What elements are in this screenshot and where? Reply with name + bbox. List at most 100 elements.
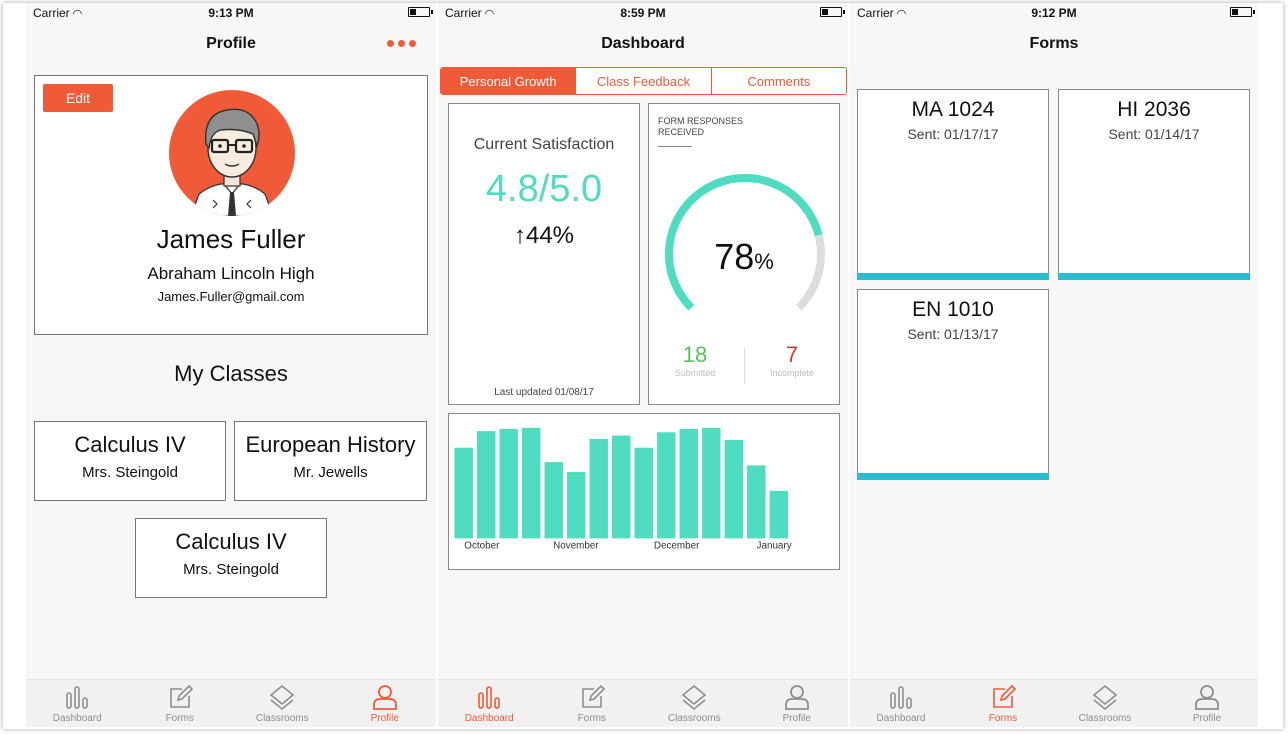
tab-forms[interactable]: Forms bbox=[129, 680, 232, 727]
class-teacher: Mr. Jewells bbox=[293, 464, 368, 481]
profile-school: Abraham Lincoln High bbox=[147, 264, 315, 283]
profile-card: Edit James Fuller Abraham Lincoln High J… bbox=[34, 75, 428, 335]
satisfaction-change-value: 44% bbox=[525, 222, 575, 249]
divider bbox=[744, 348, 745, 384]
tab-label: Dashboard bbox=[52, 713, 102, 724]
responses-percent: 78% bbox=[649, 236, 839, 278]
tab-label: Forms bbox=[165, 713, 194, 724]
tab-label: Forms bbox=[577, 713, 606, 724]
user-icon bbox=[1195, 685, 1219, 710]
percent-sign: % bbox=[754, 249, 774, 274]
layers-icon bbox=[681, 684, 707, 711]
page-title: Dashboard bbox=[601, 35, 685, 52]
my-classes-heading: My Classes bbox=[174, 361, 288, 386]
form-card[interactable]: HI 2036 Sent: 01/14/17 bbox=[1058, 89, 1250, 280]
more-options-icon[interactable] bbox=[387, 40, 416, 47]
status-time: 8:59 PM bbox=[620, 6, 666, 20]
incomplete-stat: 7 Incomplete bbox=[752, 342, 832, 378]
edit-form-icon bbox=[169, 684, 193, 708]
forms-screen: Carrier ◠ 9:12 PM Forms MA 1024 Sent: 01/… bbox=[850, 3, 1258, 727]
form-status-bar bbox=[857, 473, 1049, 480]
chart-bar bbox=[769, 490, 789, 539]
segment-class-feedback[interactable]: Class Feedback bbox=[575, 68, 711, 94]
status-time: 9:12 PM bbox=[1031, 6, 1077, 20]
tab-profile[interactable]: Profile bbox=[746, 680, 849, 727]
dashboard-screen: Carrier ◠ 8:59 PM Dashboard Personal Grow… bbox=[438, 3, 848, 727]
segment-comments[interactable]: Comments bbox=[710, 68, 846, 94]
avatar bbox=[169, 90, 295, 216]
divider bbox=[658, 146, 692, 147]
tab-bar: Dashboard Forms Classrooms Profile bbox=[26, 679, 436, 727]
layers-icon bbox=[1092, 684, 1118, 711]
chart-bar bbox=[454, 447, 473, 539]
form-sent-date: Sent: 01/17/17 bbox=[907, 126, 999, 142]
class-name: Calculus IV bbox=[74, 432, 186, 457]
class-card[interactable]: Calculus IV Mrs. Steingold bbox=[34, 421, 226, 501]
satisfaction-panel: Current Satisfaction 4.8/5.0 ↑44% Last u… bbox=[448, 103, 640, 405]
tab-label: Profile bbox=[1192, 713, 1222, 724]
growth-chart-panel: October November December January bbox=[448, 413, 840, 570]
tab-label: Classrooms bbox=[667, 713, 721, 724]
form-code: HI 2036 bbox=[1117, 98, 1191, 121]
form-code: MA 1024 bbox=[911, 98, 995, 121]
submitted-count: 18 bbox=[682, 342, 708, 367]
bar-chart-icon bbox=[890, 686, 912, 709]
tab-classrooms[interactable]: Classrooms bbox=[643, 680, 746, 727]
tab-dashboard[interactable]: Dashboard bbox=[438, 680, 541, 727]
battery-icon bbox=[408, 7, 433, 17]
arrow-up-icon: ↑ bbox=[513, 222, 526, 249]
edit-form-icon bbox=[581, 684, 605, 708]
class-card[interactable]: European History Mr. Jewells bbox=[234, 421, 427, 501]
tab-profile[interactable]: Profile bbox=[1156, 680, 1258, 727]
edit-button[interactable]: Edit bbox=[43, 84, 113, 112]
form-card[interactable]: EN 1010 Sent: 01/13/17 bbox=[857, 289, 1049, 480]
layers-icon bbox=[269, 684, 295, 711]
tab-dashboard[interactable]: Dashboard bbox=[850, 680, 952, 727]
tab-forms[interactable]: Forms bbox=[541, 680, 644, 727]
tab-profile[interactable]: Profile bbox=[334, 680, 437, 727]
chart-bar bbox=[724, 439, 744, 539]
form-sent-date: Sent: 01/13/17 bbox=[907, 326, 999, 342]
bar-chart-icon bbox=[66, 686, 89, 709]
status-bar: Carrier ◠ 8:59 PM bbox=[438, 3, 848, 23]
nav-bar: Dashboard bbox=[438, 23, 848, 67]
chart-bar bbox=[499, 428, 518, 539]
chart-bar bbox=[566, 472, 586, 539]
percent-number: 78 bbox=[714, 236, 755, 277]
last-updated: Last updated 01/08/17 bbox=[494, 387, 594, 398]
chart-bar bbox=[612, 435, 631, 539]
satisfaction-change: ↑44% bbox=[449, 222, 639, 250]
x-tick-label: November bbox=[553, 540, 599, 551]
chart-bar bbox=[521, 427, 541, 539]
incomplete-count: 7 bbox=[785, 342, 799, 367]
page-title: Forms bbox=[1029, 35, 1079, 52]
edit-form-icon bbox=[993, 684, 1017, 708]
tab-label: Forms bbox=[988, 713, 1018, 724]
tab-bar: Dashboard Forms Classrooms Profile bbox=[850, 679, 1258, 727]
tab-dashboard[interactable]: Dashboard bbox=[26, 680, 129, 727]
x-tick-label: December bbox=[654, 540, 700, 551]
form-card[interactable]: MA 1024 Sent: 01/17/17 bbox=[857, 89, 1049, 280]
segment-personal-growth[interactable]: Personal Growth bbox=[441, 68, 576, 94]
tab-classrooms[interactable]: Classrooms bbox=[231, 680, 334, 727]
satisfaction-value: 4.8/5.0 bbox=[485, 168, 603, 210]
chart-bar bbox=[747, 465, 766, 539]
tab-label: Profile bbox=[782, 713, 811, 724]
chart-bar bbox=[589, 438, 608, 539]
x-tick-label: January bbox=[757, 540, 792, 551]
responses-panel: FORM RESPONSES RECEIVED 78% 18 Submitted… bbox=[648, 103, 840, 405]
battery-icon bbox=[820, 7, 845, 17]
profile-email: James.Fuller@gmail.com bbox=[157, 289, 305, 304]
satisfaction-title: Current Satisfaction bbox=[473, 136, 615, 153]
tab-forms[interactable]: Forms bbox=[952, 680, 1054, 727]
class-name: Calculus IV bbox=[175, 529, 287, 554]
chart-bar bbox=[657, 432, 676, 539]
tab-classrooms[interactable]: Classrooms bbox=[1054, 680, 1156, 727]
status-bar: Carrier ◠ 9:12 PM bbox=[850, 3, 1258, 23]
form-status-bar bbox=[857, 273, 1049, 280]
class-card[interactable]: Calculus IV Mrs. Steingold bbox=[135, 518, 327, 598]
form-status-bar bbox=[1058, 273, 1250, 280]
status-time: 9:13 PM bbox=[208, 6, 254, 20]
segmented-control: Personal Growth Class Feedback Comments bbox=[440, 67, 847, 95]
status-bar: Carrier ◠ 9:13 PM bbox=[26, 3, 436, 23]
